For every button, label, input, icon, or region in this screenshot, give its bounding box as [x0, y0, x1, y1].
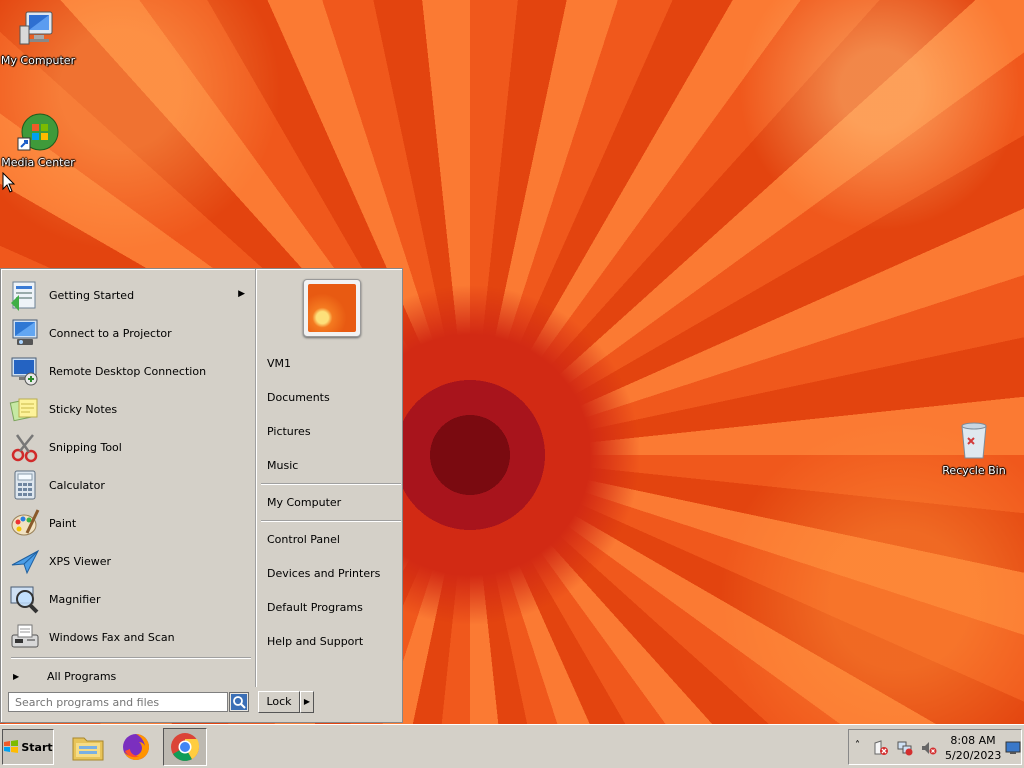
- show-hidden-icons-button[interactable]: ˄: [855, 740, 860, 751]
- search-input[interactable]: [8, 692, 228, 712]
- desktop-icon-my-computer[interactable]: My Computer: [0, 8, 76, 67]
- start-menu-bottom-bar: Lock ▶: [1, 687, 402, 722]
- places-separator: [261, 483, 401, 485]
- places-separator: [261, 520, 401, 522]
- windows-logo-icon: [4, 740, 19, 753]
- start-menu-separator: [11, 657, 251, 659]
- taskbar-clock[interactable]: 8:08 AM 5/20/2023: [945, 733, 1001, 763]
- program-fax-scan[interactable]: Windows Fax and Scan: [9, 620, 249, 654]
- desktop-icon-label: Media Center: [1, 156, 75, 169]
- action-center-warning-icon[interactable]: [873, 740, 889, 756]
- program-label: Snipping Tool: [49, 440, 122, 454]
- place-music[interactable]: Music: [267, 459, 298, 472]
- search-icon: [231, 694, 247, 710]
- paint-palette-icon: [11, 509, 40, 536]
- program-remote-desktop[interactable]: Remote Desktop Connection: [9, 354, 249, 388]
- place-default-programs[interactable]: Default Programs: [267, 601, 363, 614]
- program-paint[interactable]: Paint: [9, 506, 249, 540]
- recycle-bin-icon: [961, 422, 987, 459]
- clock-date: 5/20/2023: [945, 749, 1002, 762]
- expand-arrow-icon: ▶: [13, 671, 20, 681]
- place-control-panel[interactable]: Control Panel: [267, 533, 340, 546]
- program-snipping-tool[interactable]: Snipping Tool: [9, 430, 249, 464]
- chrome-icon: [171, 733, 200, 761]
- network-icon[interactable]: [897, 740, 913, 756]
- place-help-support[interactable]: Help and Support: [267, 635, 363, 648]
- start-menu: Getting Started ▶ Connect to a Projector…: [0, 268, 403, 723]
- volume-muted-icon[interactable]: [921, 740, 937, 756]
- program-label: Remote Desktop Connection: [49, 364, 207, 378]
- taskbar-app-file-explorer[interactable]: [66, 728, 110, 766]
- desktop-icon-label: Recycle Bin: [942, 464, 1006, 477]
- start-menu-places-pane: VM1 Documents Pictures Music My Computer…: [259, 271, 401, 685]
- getting-started-icon: [11, 281, 36, 311]
- start-button[interactable]: Start: [2, 729, 54, 765]
- mouse-cursor-icon: [2, 172, 16, 193]
- place-user-folder[interactable]: VM1: [267, 357, 291, 370]
- program-label: XPS Viewer: [49, 554, 112, 568]
- place-documents[interactable]: Documents: [267, 391, 330, 404]
- shutdown-options-button[interactable]: ▶: [300, 691, 314, 713]
- search-button[interactable]: [229, 692, 249, 712]
- magnifier-icon: [10, 586, 39, 614]
- desktop-icon-recycle-bin[interactable]: Recycle Bin: [936, 418, 1012, 477]
- system-tray: ˄ 8:08 AM 5/20/2023: [848, 729, 1022, 765]
- file-explorer-icon: [72, 737, 104, 761]
- lock-button[interactable]: Lock: [258, 691, 300, 713]
- program-label: Getting Started: [49, 288, 135, 302]
- desktop-icon-media-center[interactable]: Media Center: [0, 110, 76, 169]
- clock-time: 8:08 AM: [950, 734, 996, 747]
- fax-icon: [11, 624, 39, 648]
- all-programs-label: All Programs: [47, 669, 117, 683]
- xps-viewer-icon: [11, 549, 40, 575]
- program-label: Calculator: [49, 478, 105, 492]
- program-magnifier[interactable]: Magnifier: [9, 582, 249, 616]
- place-pictures[interactable]: Pictures: [267, 425, 311, 438]
- user-picture-image: [308, 284, 356, 332]
- taskbar-app-firefox[interactable]: [114, 728, 158, 766]
- program-label: Sticky Notes: [49, 402, 118, 416]
- program-label: Paint: [49, 516, 77, 530]
- calculator-icon: [14, 470, 36, 500]
- projector-icon: [12, 319, 38, 345]
- firefox-icon: [123, 734, 149, 760]
- taskbar-app-chrome[interactable]: [163, 728, 207, 766]
- sticky-notes-icon: [9, 398, 38, 422]
- remote-desktop-icon: [11, 357, 38, 386]
- program-getting-started[interactable]: Getting Started ▶: [9, 278, 249, 312]
- program-label: Windows Fax and Scan: [49, 630, 175, 644]
- program-calculator[interactable]: Calculator: [9, 468, 249, 502]
- start-menu-programs-pane: Getting Started ▶ Connect to a Projector…: [3, 271, 255, 685]
- start-button-label: Start: [21, 740, 53, 754]
- place-devices-printers[interactable]: Devices and Printers: [267, 567, 380, 580]
- place-my-computer[interactable]: My Computer: [267, 496, 341, 509]
- media-center-icon: [17, 113, 59, 151]
- scissors-icon: [11, 434, 38, 463]
- arrow-right-icon: ▶: [303, 697, 311, 706]
- user-picture[interactable]: [303, 279, 361, 337]
- submenu-arrow-icon: ▶: [238, 289, 245, 299]
- program-connect-projector[interactable]: Connect to a Projector: [9, 316, 249, 350]
- taskbar: Start ˄ 8:08 AM 5/20/2023: [0, 724, 1024, 768]
- program-label: Magnifier: [49, 592, 101, 606]
- all-programs-button[interactable]: ▶ All Programs: [13, 667, 243, 685]
- program-sticky-notes[interactable]: Sticky Notes: [9, 392, 249, 426]
- start-menu-pane-divider: [255, 269, 257, 687]
- program-xps-viewer[interactable]: XPS Viewer: [9, 544, 249, 578]
- show-desktop-icon[interactable]: [1005, 741, 1021, 755]
- program-label: Connect to a Projector: [49, 326, 172, 340]
- desktop-icon-label: My Computer: [0, 54, 76, 67]
- computer-icon: [19, 11, 53, 45]
